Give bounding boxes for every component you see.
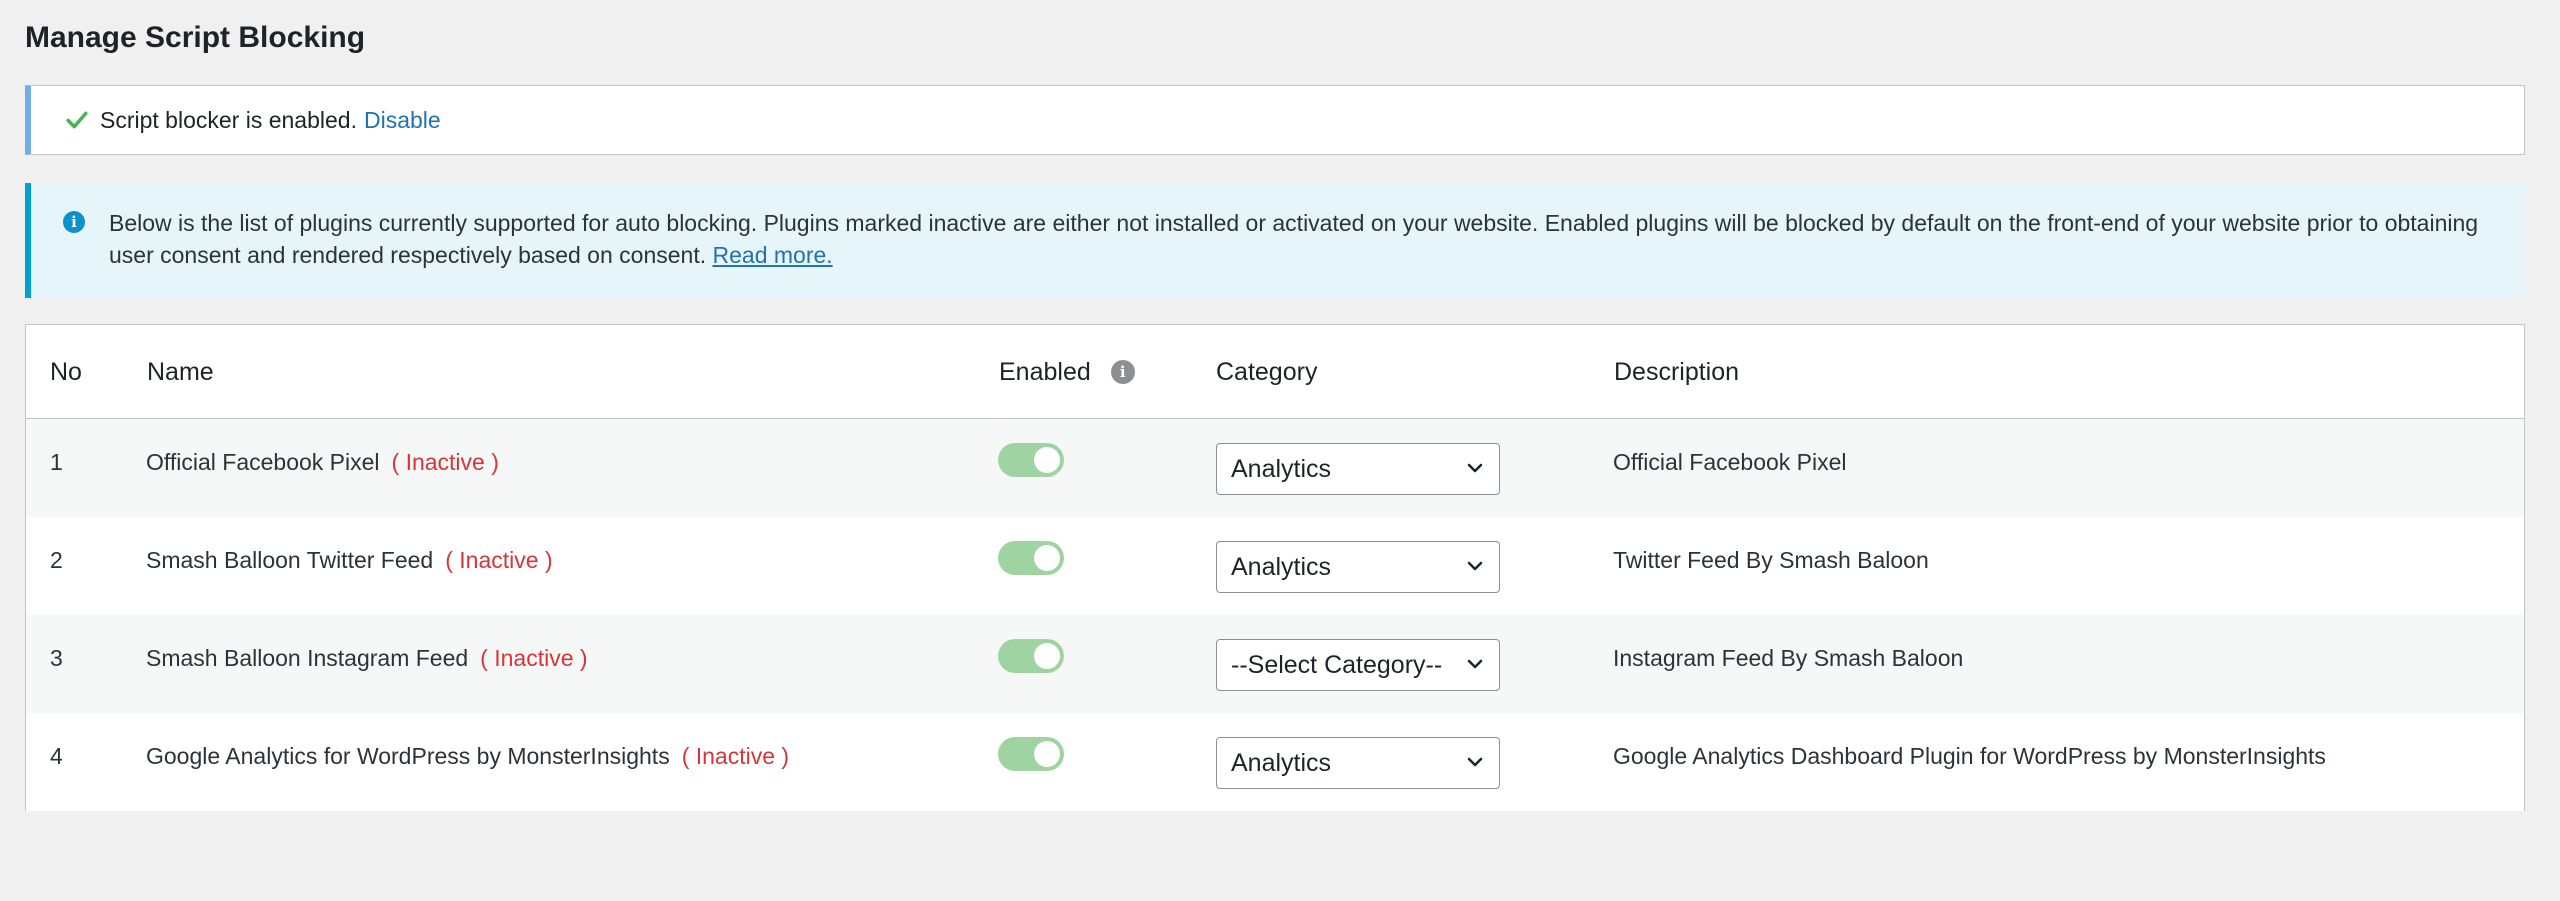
table-header: No Name Enabled i Category Description [26,325,2524,419]
category-select-value: Analytics [1231,455,1332,483]
enabled-info-icon[interactable]: i [1110,360,1135,384]
page-title: Manage Script Blocking [25,21,366,54]
category-select-value: Analytics [1231,553,1332,581]
column-header-no: No [50,358,82,386]
plugin-description: Official Facebook Pixel [1613,449,1847,475]
category-select-value: Analytics [1231,749,1332,777]
plugin-description: Google Analytics Dashboard Plugin for Wo… [1613,743,2326,769]
plugins-table: No Name Enabled i Category Description 1… [25,324,2525,811]
inactive-badge: ( Inactive ) [681,743,790,769]
category-select[interactable]: Analytics [1216,541,1500,593]
inactive-badge: ( Inactive ) [480,645,588,671]
read-more-link[interactable]: Read more. [713,242,833,268]
chevron-down-icon [1467,757,1483,767]
checkmark-icon [66,111,88,129]
row-number: 2 [50,547,63,573]
enabled-toggle[interactable] [998,541,1064,575]
success-notice-text: Script blocker is enabled. [100,106,357,133]
table-row: 1 Official Facebook Pixel ( Inactive ) An… [26,419,2524,517]
plugin-name: Official Facebook Pixel ( Inactive ) [146,419,499,505]
chevron-down-icon [1467,463,1483,473]
enabled-toggle[interactable] [998,639,1064,673]
plugin-name-text: Official Facebook Pixel [146,449,380,475]
inactive-badge: ( Inactive ) [391,449,499,475]
success-notice: Script blocker is enabled. Disable [25,85,2525,155]
table-row: 4 Google Analytics for WordPress by Mons… [26,713,2524,811]
category-select[interactable]: --Select Category-- [1216,639,1500,691]
enabled-toggle[interactable] [998,443,1064,477]
info-notice-text: Below is the list of plugins currently s… [109,210,2479,268]
inactive-badge: ( Inactive ) [445,547,553,573]
enabled-toggle[interactable] [998,737,1064,771]
plugin-description: Instagram Feed By Smash Baloon [1613,645,1964,671]
column-header-enabled: Enabled i [999,325,1135,419]
plugin-name: Smash Balloon Twitter Feed ( Inactive ) [146,517,553,603]
column-header-enabled-label: Enabled [999,358,1091,386]
plugin-description: Twitter Feed By Smash Baloon [1613,547,1929,573]
row-number: 1 [50,449,63,475]
table-row: 3 Smash Balloon Instagram Feed ( Inactive… [26,615,2524,713]
table-row: 2 Smash Balloon Twitter Feed ( Inactive )… [26,517,2524,615]
plugin-name-text: Smash Balloon Instagram Feed [146,645,469,671]
plugin-name-text: Smash Balloon Twitter Feed [146,547,434,573]
row-number: 4 [50,743,63,769]
category-select-value: --Select Category-- [1231,651,1443,679]
column-header-name: Name [147,358,214,386]
plugin-name: Google Analytics for WordPress by Monste… [146,713,789,799]
plugin-name-text: Google Analytics for WordPress by Monste… [146,743,670,769]
chevron-down-icon [1467,561,1483,571]
category-select[interactable]: Analytics [1216,737,1500,789]
column-header-category: Category [1216,358,1318,386]
chevron-down-icon [1467,659,1483,669]
plugin-name: Smash Balloon Instagram Feed ( Inactive ) [146,615,588,701]
row-number: 3 [50,645,63,671]
category-select[interactable]: Analytics [1216,443,1500,495]
info-notice: i Below is the list of plugins currently… [25,183,2525,298]
info-icon: i [63,211,85,233]
column-header-description: Description [1614,358,1740,386]
disable-link[interactable]: Disable [364,107,441,134]
